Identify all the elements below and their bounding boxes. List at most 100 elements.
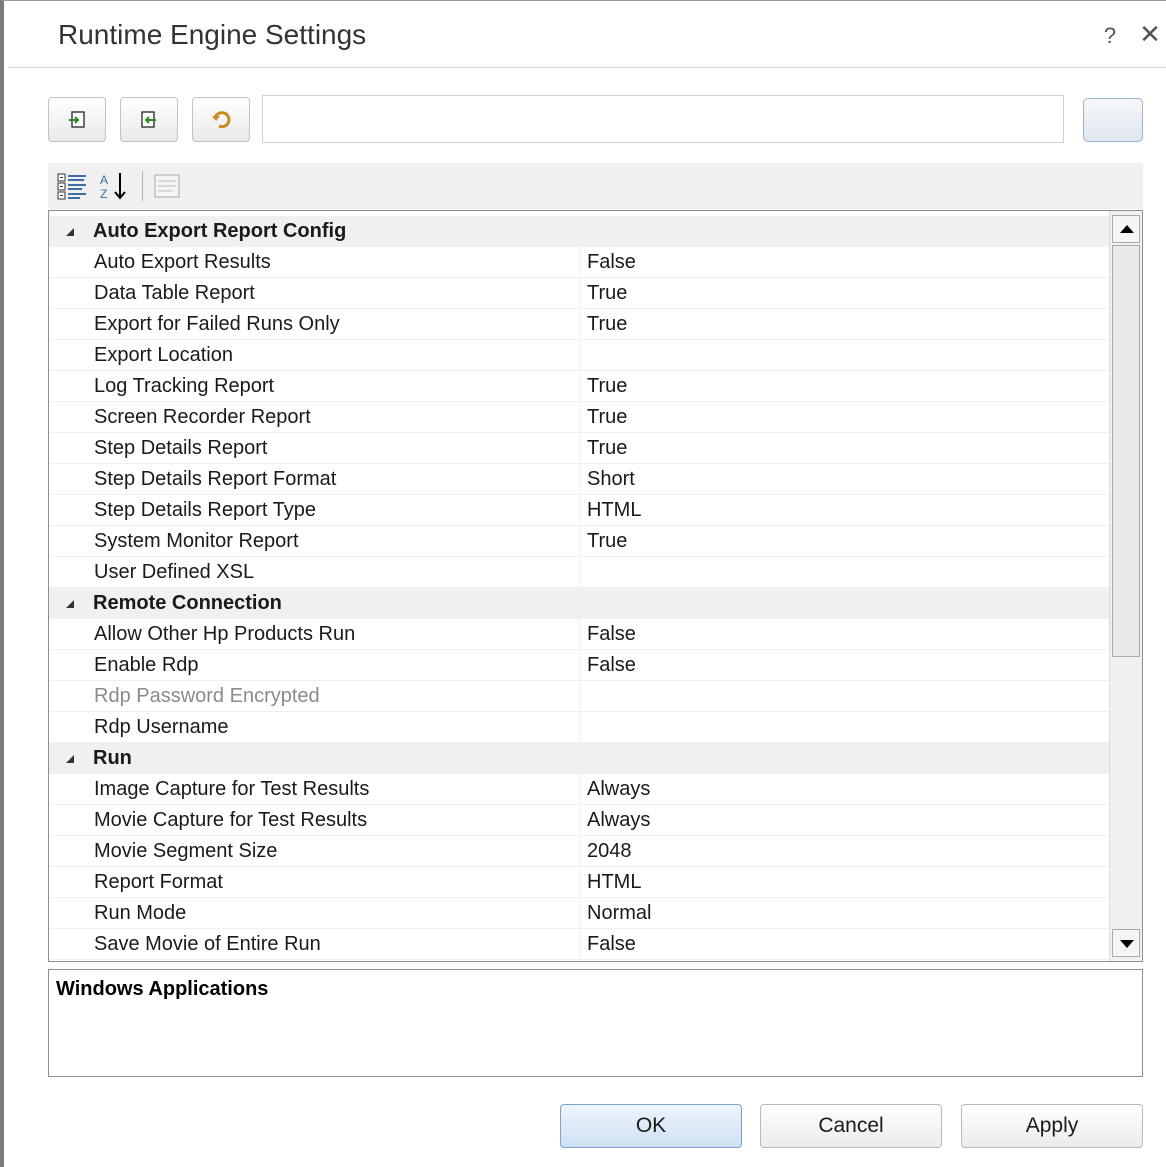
cancel-button[interactable]: Cancel [760,1104,942,1148]
collapse-caret-icon[interactable] [66,228,74,236]
property-row[interactable]: Step Details Report True [49,433,1111,464]
column-divider [579,836,580,867]
property-name: Step Details Report Format [94,468,337,490]
scroll-down-button[interactable] [1112,929,1140,957]
property-name: Export for Failed Runs Only [94,313,340,335]
column-divider [579,278,580,309]
svg-text:Z: Z [100,187,107,201]
property-name: Enable Rdp [94,654,199,676]
property-name: Movie Segment Size [94,840,278,862]
column-divider [579,340,580,371]
property-row[interactable]: Export Location [49,340,1111,371]
property-name: Log Tracking Report [94,375,275,397]
property-name: Export Location [94,344,233,366]
property-row[interactable]: Auto Export Results False [49,247,1111,278]
column-divider [579,681,580,712]
property-row[interactable]: Movie Segment Size 2048 [49,836,1111,867]
toolbar-separator [142,171,143,201]
column-divider [579,464,580,495]
description-title: Windows Applications [56,978,269,1000]
property-value[interactable]: True [587,530,627,553]
property-value[interactable]: True [587,313,627,336]
alphabetical-sort-icon[interactable]: A Z [98,171,130,201]
property-row[interactable]: Report Format HTML [49,867,1111,898]
property-row[interactable]: System Monitor Report True [49,526,1111,557]
property-value[interactable]: True [587,282,627,305]
column-divider [579,774,580,805]
column-divider [579,526,580,557]
property-row[interactable]: User Defined XSL [49,557,1111,588]
property-value[interactable]: Always [587,809,650,832]
property-name: System Monitor Report [94,530,299,552]
property-row[interactable]: Rdp Username [49,712,1111,743]
property-row[interactable]: Save Movie of Entire Run False [49,929,1111,960]
property-value[interactable]: HTML [587,499,641,522]
scroll-thumb[interactable] [1112,245,1140,657]
property-value[interactable]: False [587,654,636,677]
column-divider [579,309,580,340]
scroll-up-button[interactable] [1112,215,1140,243]
property-row[interactable]: Enable Rdp False [49,650,1111,681]
property-value[interactable]: Normal [587,902,651,925]
property-row[interactable]: Export for Failed Runs Only True [49,309,1111,340]
property-pages-icon[interactable] [152,171,182,201]
property-value[interactable]: Short [587,468,635,491]
undo-button[interactable] [192,97,250,142]
property-row[interactable]: Image Capture for Test Results Always [49,774,1111,805]
description-panel: Windows Applications [48,969,1143,1077]
property-value[interactable]: False [587,623,636,646]
export-button[interactable] [120,97,178,142]
column-divider [579,712,580,743]
svg-text:A: A [100,173,108,187]
property-value[interactable]: True [587,375,627,398]
property-value[interactable]: HTML [587,871,641,894]
property-row[interactable]: Step Details Report Format Short [49,464,1111,495]
property-row[interactable]: Step Details Report Type HTML [49,495,1111,526]
property-row[interactable]: Rdp Password Encrypted [49,681,1111,712]
property-row[interactable]: Log Tracking Report True [49,371,1111,402]
category-row[interactable]: Run [49,743,1111,774]
property-grid-toolbar: A Z [48,163,1143,209]
category-name: Run [93,747,132,769]
categorized-view-icon[interactable] [56,171,88,201]
collapse-caret-icon[interactable] [66,600,74,608]
import-icon [69,111,85,128]
column-divider [579,929,580,960]
property-name: Save Movie of Entire Run [94,933,321,955]
property-value[interactable]: False [587,251,636,274]
column-divider [579,495,580,526]
property-value[interactable]: Always [587,778,650,801]
ok-button[interactable]: OK [560,1104,742,1148]
browse-button[interactable] [1083,98,1143,142]
apply-button[interactable]: Apply [961,1104,1143,1148]
property-value[interactable]: True [587,406,627,429]
property-name: Allow Other Hp Products Run [94,623,356,645]
scroll-up-icon [1120,225,1134,233]
property-name: User Defined XSL [94,561,255,583]
property-name: Run Mode [94,902,187,924]
column-divider [579,619,580,650]
property-value[interactable]: 2048 [587,840,632,863]
property-name: Data Table Report [94,282,255,304]
title-bar: Runtime Engine Settings ? ✕ [8,1,1166,68]
collapse-caret-icon[interactable] [66,755,74,763]
vertical-scrollbar[interactable] [1109,211,1142,961]
property-value[interactable]: False [587,933,636,956]
column-divider [579,557,580,588]
property-row[interactable]: Screen Recorder Report True [49,402,1111,433]
property-row[interactable]: Run Mode Normal [49,898,1111,929]
property-grid-rows: Auto Export Report Config Auto Export Res… [49,216,1111,960]
path-input[interactable] [262,95,1064,143]
category-row[interactable]: Auto Export Report Config [49,216,1111,247]
close-button[interactable]: ✕ [1138,21,1162,47]
import-button[interactable] [48,97,106,142]
property-value[interactable]: True [587,437,627,460]
property-row[interactable]: Movie Capture for Test Results Always [49,805,1111,836]
category-row[interactable]: Remote Connection [49,588,1111,619]
column-divider [579,433,580,464]
help-button[interactable]: ? [1100,23,1120,49]
property-row[interactable]: Data Table Report True [49,278,1111,309]
column-divider [579,247,580,278]
property-row[interactable]: Allow Other Hp Products Run False [49,619,1111,650]
property-name: Step Details Report Type [94,499,316,521]
